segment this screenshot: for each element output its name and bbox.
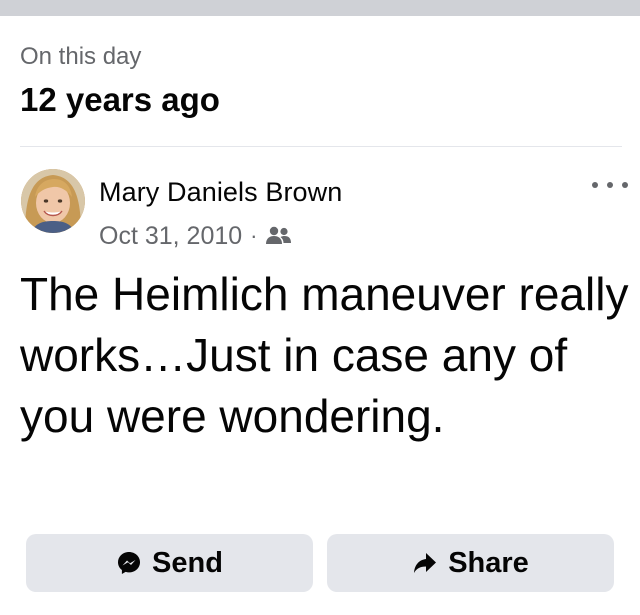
more-options-icon: [592, 182, 598, 188]
header-divider: [20, 146, 622, 147]
meta-separator: ·: [250, 223, 258, 248]
section-divider: [0, 0, 640, 16]
author-name[interactable]: Mary Daniels Brown: [99, 176, 342, 208]
avatar-photo: [21, 169, 85, 233]
send-button[interactable]: Send: [26, 534, 313, 592]
share-button[interactable]: Share: [327, 534, 614, 592]
more-options-button[interactable]: [592, 178, 628, 192]
friends-icon[interactable]: [265, 225, 293, 247]
more-options-dot: [622, 182, 628, 188]
post-text: The Heimlich maneuver really works…Just …: [20, 268, 629, 442]
more-options-dot: [607, 182, 613, 188]
send-label: Send: [152, 546, 223, 579]
avatar[interactable]: [21, 169, 85, 233]
share-label: Share: [448, 546, 529, 579]
post-date[interactable]: Oct 31, 2010: [99, 222, 242, 251]
post-meta: Oct 31, 2010 ·: [99, 220, 293, 252]
memory-title: 12 years ago: [20, 81, 220, 118]
messenger-icon: [116, 550, 142, 576]
memory-label: On this day: [20, 43, 142, 70]
memory-card: On this day 12 years ago Mary Daniels Br…: [0, 0, 640, 615]
share-arrow-icon: [412, 550, 438, 576]
